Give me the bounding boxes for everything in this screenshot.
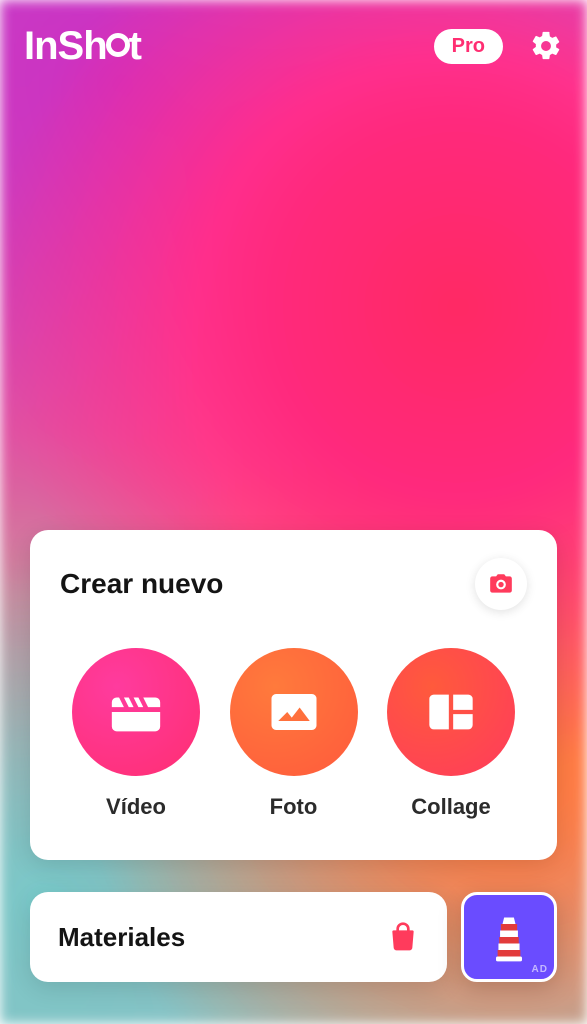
camera-button[interactable]	[475, 558, 527, 610]
camera-icon	[488, 571, 514, 597]
create-header: Crear nuevo	[60, 558, 527, 610]
create-title: Crear nuevo	[60, 568, 223, 600]
lighthouse-icon	[489, 911, 529, 963]
create-new-card: Crear nuevo Vídeo	[30, 530, 557, 860]
create-actions-row: Vídeo Foto Collage	[60, 648, 527, 820]
photo-label: Foto	[270, 794, 318, 820]
create-collage-button[interactable]: Collage	[381, 648, 521, 820]
materials-title: Materiales	[58, 922, 387, 953]
materials-card[interactable]: Materiales	[30, 892, 447, 982]
gear-icon[interactable]	[529, 29, 563, 63]
pro-button[interactable]: Pro	[434, 29, 503, 64]
video-label: Vídeo	[106, 794, 166, 820]
shopping-bag-icon	[387, 921, 419, 953]
app-logo: InSht	[24, 24, 141, 69]
logo-o-ring	[106, 33, 130, 57]
home-screen: InSht Pro Crear nuevo	[0, 0, 587, 1024]
top-bar: InSht Pro	[0, 0, 587, 92]
ad-label: AD	[532, 964, 548, 975]
collage-circle	[387, 648, 515, 776]
create-photo-button[interactable]: Foto	[224, 648, 364, 820]
photo-icon	[267, 685, 321, 739]
clapper-icon	[107, 683, 165, 741]
video-circle	[72, 648, 200, 776]
photo-circle	[230, 648, 358, 776]
create-video-button[interactable]: Vídeo	[66, 648, 206, 820]
collage-label: Collage	[411, 794, 490, 820]
collage-icon	[425, 686, 477, 738]
ad-button[interactable]: AD	[461, 892, 557, 982]
